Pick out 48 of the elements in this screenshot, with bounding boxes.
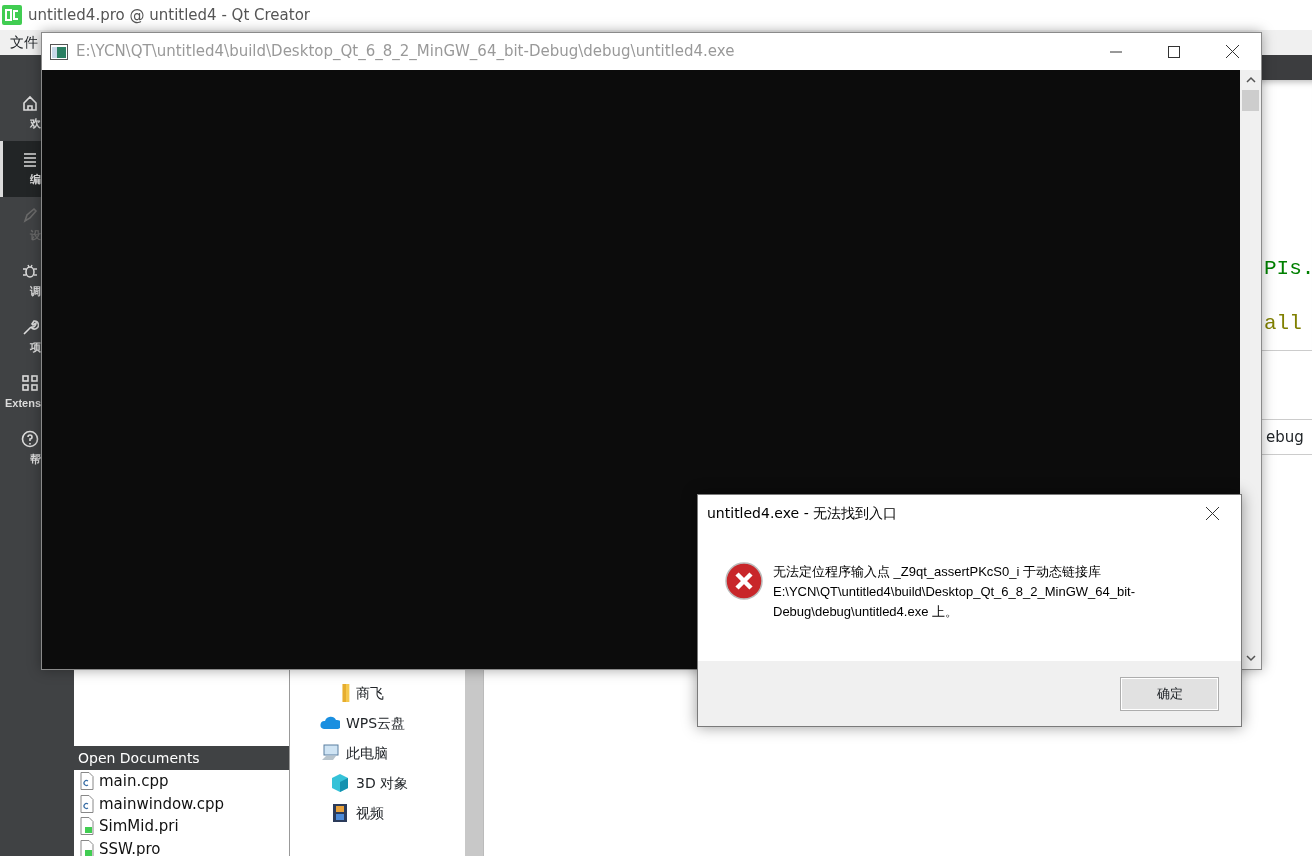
cube-icon — [330, 773, 350, 793]
error-message: 无法定位程序输入点 _Z9qt_assertPKcS0_i 于动态链接库 E:\YCN\QT\untitled4\build\Desktop_Qt_6_8_2_MinGW_64_bit-Debug\debug\untitled4.exe 上。 — [773, 563, 1137, 621]
home-icon — [21, 94, 39, 113]
code-line: all — [1264, 311, 1303, 337]
cpp-file-icon — [80, 772, 94, 791]
code-line: PIs. — [1264, 256, 1312, 282]
panel-title: Open Documents — [74, 746, 289, 770]
console-icon — [50, 43, 68, 60]
window-title: untitled4.pro @ untitled4 - Qt Creator — [28, 4, 310, 26]
scrollbar-thumb[interactable] — [1242, 90, 1259, 111]
scrollbar[interactable] — [465, 670, 483, 856]
help-icon — [21, 430, 39, 449]
list-icon — [21, 150, 39, 169]
navigation-item[interactable]: WPS云盘 — [346, 712, 406, 734]
mode-tab[interactable]: 帮 — [0, 421, 41, 477]
minimize-icon — [1110, 50, 1122, 53]
navigation-item[interactable]: 商飞 — [356, 682, 384, 704]
close-icon — [1205, 507, 1219, 520]
document-item[interactable]: SSW.pro — [99, 837, 161, 856]
wrench-icon — [21, 318, 39, 337]
project-file-icon — [80, 839, 94, 856]
navigation-item[interactable]: 3D 对象 — [356, 772, 409, 794]
document-item[interactable]: mainwindow.cpp — [99, 792, 225, 815]
close-icon — [1225, 45, 1239, 58]
maximize-icon — [1168, 45, 1180, 58]
dialog-title: untitled4.exe - 无法找到入口 — [707, 504, 898, 523]
pen-icon — [21, 206, 39, 225]
document-item[interactable]: main.cpp — [99, 770, 169, 793]
window-title: E:\YCN\QT\untitled4\build\Desktop_Qt_6_8_2_MinGW_64_bit-Debug\debug\untitled4.exe — [76, 41, 735, 63]
folder-icon — [342, 684, 350, 702]
navigation-item[interactable]: 视频 — [356, 802, 384, 824]
squares-icon — [21, 374, 39, 393]
app-logo-icon — [2, 5, 22, 25]
project-file-icon — [80, 817, 94, 836]
mode-tab[interactable]: Extens — [0, 365, 41, 421]
mode-tab[interactable]: 欢 — [0, 85, 41, 141]
computer-icon — [320, 743, 340, 763]
navigation-item[interactable]: 此电脑 — [346, 742, 388, 764]
mode-tab[interactable]: 编 — [0, 141, 41, 197]
ok-button[interactable]: 确定 — [1120, 676, 1219, 711]
bug-icon — [21, 262, 39, 281]
film-icon — [330, 803, 350, 823]
mode-tab[interactable]: 调 — [0, 253, 41, 309]
document-item[interactable]: SimMid.pri — [99, 815, 179, 838]
menu-item[interactable]: 文件 — [10, 32, 38, 53]
cpp-file-icon — [80, 794, 94, 813]
error-icon — [725, 562, 763, 600]
mode-tab[interactable]: 项 — [0, 309, 41, 365]
